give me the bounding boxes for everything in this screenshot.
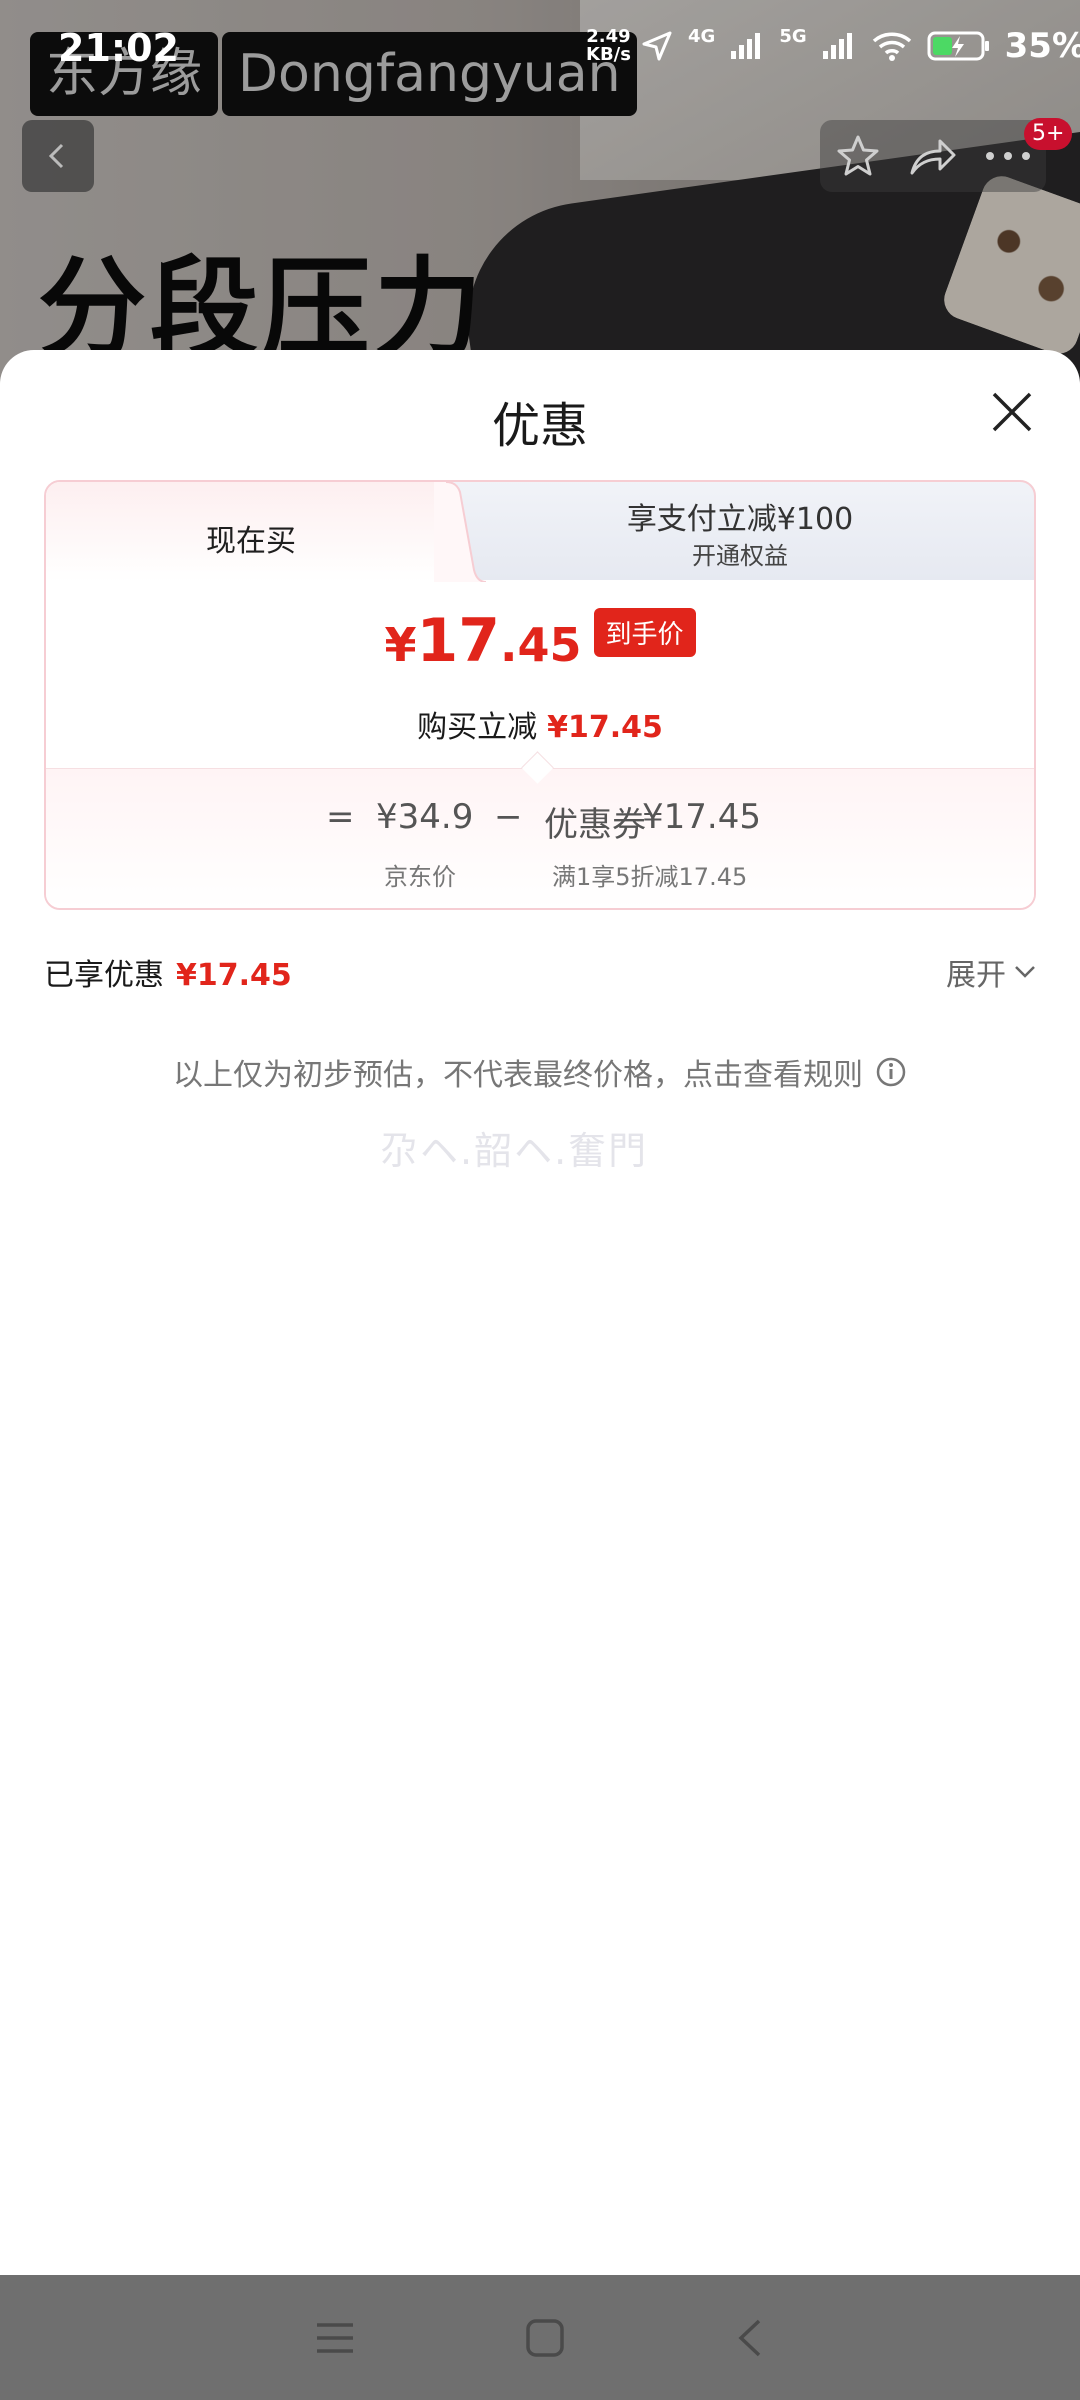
status-bar: 21:02 2.49 KB/s 4G 5G 35% [0, 0, 1080, 80]
page-actions [820, 120, 1046, 192]
signal-icon-2 [822, 33, 852, 59]
menu-icon[interactable] [315, 2321, 355, 2355]
net-speed: 2.49 KB/s [586, 28, 631, 64]
back-button[interactable] [22, 120, 94, 192]
instant-discount-label: 购买立减 [417, 710, 538, 745]
final-price-tag: 到手价 [593, 608, 696, 657]
price-sign: ¥ [384, 618, 417, 672]
expand-button[interactable]: 展开 [946, 950, 1036, 994]
more-icon [986, 152, 1031, 160]
share-icon [910, 139, 956, 175]
instant-discount-value: ¥17.45 [547, 710, 663, 745]
battery-icon [927, 31, 989, 61]
price-card-body: 现在买 ¥17.45 到手价 购买立减 ¥17.45 = ¥34.9 − 优惠券 ¥… [44, 480, 1036, 910]
star-icon [837, 135, 879, 176]
signal-icon [731, 33, 761, 59]
price-note[interactable]: 以上仅为初步预估，不代表最终价格，点击查看规则 [0, 1050, 1080, 1094]
final-price: ¥17.45 到手价 [46, 606, 1034, 676]
message-badge: 5+ [1024, 118, 1073, 150]
network-5g: 5G [779, 26, 807, 47]
status-icons: 4G 5G 35% [640, 26, 1080, 66]
price-summary: ¥17.45 到手价 购买立减 ¥17.45 [46, 582, 1034, 768]
discount-sheet: 优惠 享支付立减¥100 开通权益 现在买 ¥17.45 到手价 购买立减 ¥17.… [0, 350, 1080, 2275]
close-icon[interactable] [990, 390, 1034, 434]
info-icon [876, 1057, 906, 1087]
system-nav-bar [0, 2275, 1080, 2400]
price-card: 享支付立减¥100 开通权益 现在买 ¥17.45 到手价 购买立减 ¥17.45 … [44, 480, 1036, 910]
price-formula: = ¥34.9 − 优惠券 ¥17.45 京东价 满1享5折减17.45 [46, 768, 1034, 908]
enjoyed-discount: 已享优惠 ¥17.45 [44, 950, 292, 994]
enjoyed-value: ¥17.45 [176, 958, 292, 993]
wifi-icon [872, 32, 911, 61]
formula-minus: − [494, 797, 523, 837]
price-decimal: .45 [500, 618, 582, 672]
formula-equals: = [326, 797, 355, 837]
chevron-down-icon [1015, 966, 1035, 978]
enjoyed-label: 已享优惠 [44, 958, 164, 993]
status-time: 21:02 [58, 26, 179, 70]
price-note-text: 以上仅为初步预估，不代表最终价格，点击查看规则 [173, 1058, 863, 1093]
price-integer: 17 [416, 606, 501, 676]
back-icon[interactable] [735, 2318, 765, 2358]
battery-percent: 35% [1004, 26, 1080, 66]
formula-coupon-desc: 满1享5折减17.45 [552, 863, 748, 891]
enjoyed-discount-row: 已享优惠 ¥17.45 展开 [44, 950, 1036, 1000]
network-4g: 4G [688, 26, 716, 47]
instant-discount: 购买立减 ¥17.45 [46, 702, 1034, 746]
sheet-title: 优惠 [491, 398, 588, 454]
location-icon [642, 31, 672, 61]
home-icon[interactable] [525, 2318, 565, 2358]
share-button[interactable] [903, 126, 963, 186]
expand-label: 展开 [946, 958, 1006, 993]
tab-buy-now-label: 现在买 [206, 524, 296, 559]
formula-base-label: 京东价 [384, 863, 456, 891]
formula-base-price: ¥34.9 [376, 797, 474, 837]
formula-coupon-label: 优惠券 [544, 805, 646, 845]
favorite-button[interactable] [828, 126, 888, 186]
formula-coupon-value: ¥17.45 [642, 797, 761, 837]
watermark: 尕ヘ.韶ヘ.奮門 [380, 1129, 649, 1173]
formula-row: = ¥34.9 − 优惠券 ¥17.45 京东价 满1享5折减17.45 [46, 797, 1034, 891]
chevron-left-icon [48, 143, 64, 169]
net-speed-unit: KB/s [586, 44, 631, 65]
